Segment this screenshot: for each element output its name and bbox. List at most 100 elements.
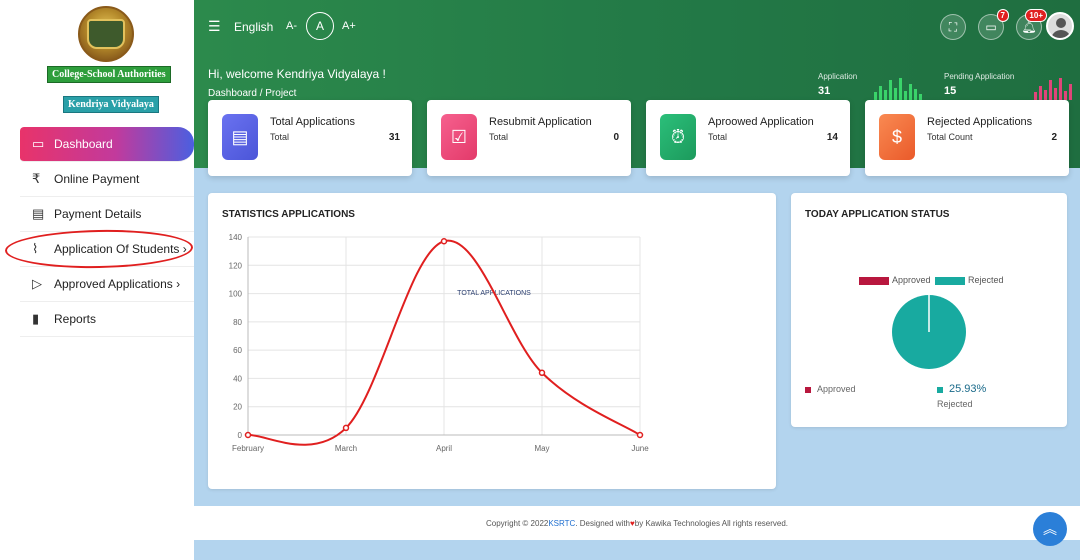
pending-stat-label: Pending Application (944, 72, 1015, 81)
scroll-to-top-button[interactable]: ︽ (1033, 512, 1067, 546)
sidebar-nav: ▭ Dashboard ₹ Online Payment ▤ Payment D… (20, 127, 194, 337)
pending-application-stat: Pending Application 15 (944, 72, 1014, 97)
sidebar-item-application-of-students[interactable]: ⌇ Application Of Students › (20, 232, 194, 267)
emblem-logo (78, 6, 134, 62)
sidebar-item-payment-details[interactable]: ▤ Payment Details (20, 197, 194, 232)
card-total-applications[interactable]: ▤ Total Applications Total 31 (208, 100, 412, 176)
pending-stat-value: 15 (944, 85, 957, 97)
card-resubmit-application[interactable]: ☑ Resubmit Application Total 0 (427, 100, 631, 176)
bell-icon: 🔔︎ (1021, 20, 1037, 34)
card-title: Rejected Applications (927, 116, 1033, 128)
notification-badge: 10+ (1025, 9, 1047, 22)
card-title: Aproowed Application (708, 116, 814, 128)
y-tick-label: 0 (238, 431, 243, 440)
data-point (342, 424, 350, 432)
school-badge: Kendriya Vidyalaya (63, 96, 159, 113)
application-stat: Application 31 (818, 72, 857, 97)
card-value: 31 (388, 132, 400, 143)
document-icon: ▤ (222, 114, 258, 160)
file-icon: ▮ (32, 311, 40, 326)
clipboard-icon: ☑ (441, 114, 477, 160)
card-subtitle: Total (270, 132, 290, 142)
today-status-panel: TODAY APPLICATION STATUS Approved Reject… (791, 193, 1067, 427)
topbar: ☰ English A- A A+ ⛶ ▭ 7 🔔︎ 10+ (194, 8, 1080, 44)
card-value: 2 (1051, 132, 1057, 143)
font-increase-button[interactable]: A+ (342, 20, 356, 32)
sidebar-item-label: Payment Details (54, 207, 142, 221)
y-tick-label: 80 (233, 318, 242, 327)
hamburger-menu-icon[interactable]: ☰ (208, 18, 221, 35)
sidebar-item-label: Approved Applications › (54, 277, 181, 291)
fullscreen-button[interactable]: ⛶ (940, 14, 966, 40)
footer-brand-link[interactable]: KSRTC (548, 519, 575, 528)
sidebar-item-online-payment[interactable]: ₹ Online Payment (20, 162, 194, 197)
footer-prefix: Copyright © 2022 (485, 518, 549, 528)
cart-icon: ▭ (985, 20, 997, 34)
y-tick-label: 100 (229, 290, 243, 299)
y-tick-label: 140 (229, 233, 243, 242)
sidebar-item-approved-applications[interactable]: ▷ Approved Applications › (20, 267, 194, 302)
sidebar-item-dashboard[interactable]: ▭ Dashboard (20, 127, 194, 162)
legend-label-approved[interactable]: Approved (892, 275, 931, 285)
today-status-title: TODAY APPLICATION STATUS (805, 209, 950, 220)
sidebar-item-label: Application Of Students › (54, 242, 187, 256)
x-tick-label: June (631, 444, 649, 453)
rupee-icon: ₹ (32, 171, 41, 186)
y-tick-label: 60 (233, 346, 242, 355)
breadcrumb: Dashboard / Project (208, 88, 297, 99)
card-subtitle: Total (489, 132, 509, 142)
notifications-button[interactable]: 🔔︎ 10+ (1016, 9, 1047, 40)
data-point (636, 431, 644, 439)
org-badge: College-School Authorities (47, 66, 171, 83)
bottom-approved-label: Approved (817, 384, 856, 394)
document-list-icon: ▤ (32, 206, 45, 221)
statistics-line-chart: 0 20 40 60 80 100 120 140 February March April May J… (229, 233, 650, 453)
legend-swatch-approved (859, 277, 889, 285)
status-pie-chart (892, 295, 966, 369)
data-point (538, 369, 546, 377)
footer-mid: . Designed with (575, 518, 631, 528)
application-sparkline (874, 76, 922, 100)
welcome-text: Hi, welcome Kendriya Vidyalaya ! (208, 67, 386, 81)
data-point (440, 237, 448, 245)
monitor-icon: ▭ (32, 136, 45, 151)
legend-label-rejected[interactable]: Rejected (968, 275, 1004, 285)
language-selector[interactable]: English (234, 20, 273, 34)
x-tick-label: February (232, 444, 264, 453)
y-tick-label: 120 (229, 261, 243, 270)
card-subtitle: Total (708, 132, 728, 142)
card-approved-application[interactable]: ⏰︎ Aproowed Application Total 14 (646, 100, 850, 176)
sidebar-item-label: Dashboard (54, 137, 113, 151)
card-rejected-applications[interactable]: $ Rejected Applications Total Count 2 (865, 100, 1069, 176)
footer: Copyright © 2022 KSRTC . Designed with ♥… (194, 506, 1080, 540)
cart-badge: 7 (996, 9, 1009, 22)
x-tick-label: April (436, 444, 452, 453)
footer-suffix: by Kawika Technologies All rights reserv… (634, 518, 789, 528)
legend-swatch-rejected (935, 277, 965, 285)
cart-button[interactable]: ▭ 7 (978, 9, 1009, 40)
double-chevron-icon: ▷ (32, 276, 42, 291)
user-avatar[interactable] (1046, 12, 1074, 40)
pending-sparkline (1034, 76, 1072, 100)
bottom-rejected-label: Rejected (937, 399, 973, 409)
statistics-panel: STATISTICS APPLICATIONS 0 20 40 60 80 100 120 1… (208, 193, 776, 489)
card-value: 14 (826, 132, 838, 143)
data-point (244, 431, 252, 439)
x-tick-label: March (335, 444, 357, 453)
money-bag-icon: $ (879, 114, 915, 160)
sidebar-item-reports[interactable]: ▮ Reports (20, 302, 194, 337)
application-stat-label: Application (818, 72, 858, 81)
sidebar: College-School Authorities Kendriya Vidy… (0, 0, 194, 560)
statistics-panel-title: STATISTICS APPLICATIONS (222, 209, 355, 220)
card-title: Resubmit Application (489, 116, 592, 128)
card-value: 0 (613, 132, 619, 143)
card-title: Total Applications (270, 116, 355, 128)
font-decrease-button[interactable]: A- (286, 20, 297, 32)
sidebar-item-label: Online Payment (54, 172, 140, 186)
pulse-icon: ⌇ (32, 241, 39, 256)
font-normal-button[interactable]: A (306, 12, 334, 40)
card-subtitle: Total Count (927, 132, 973, 142)
fullscreen-icon: ⛶ (948, 19, 958, 34)
sidebar-item-label: Reports (54, 312, 97, 326)
double-chevron-up-icon: ︽ (1043, 521, 1057, 537)
